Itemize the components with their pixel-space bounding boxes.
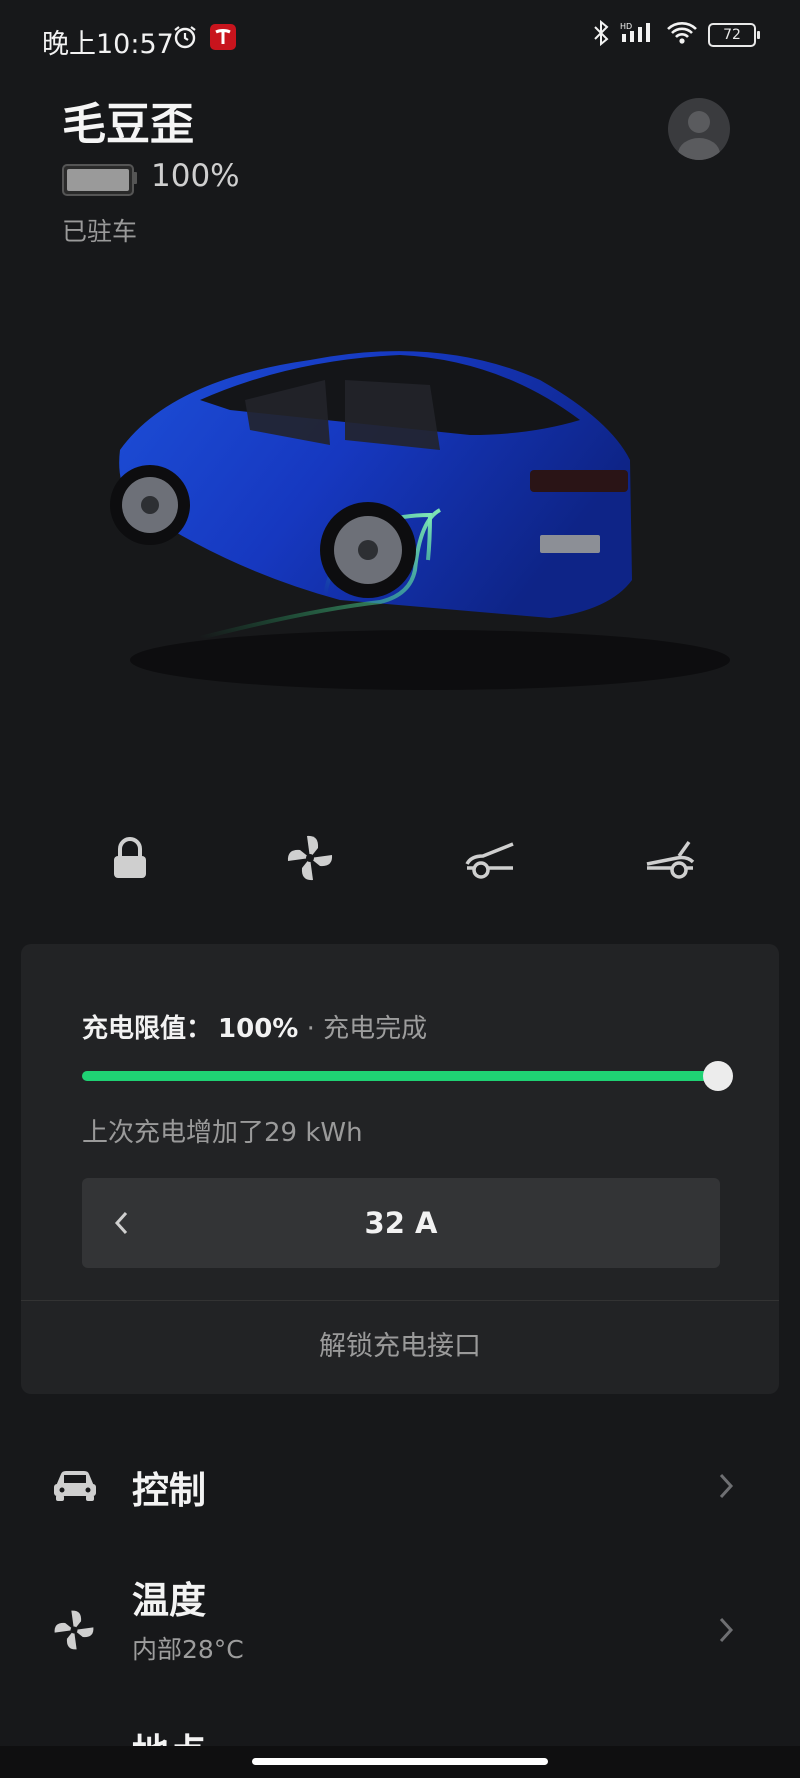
home-indicator[interactable]	[252, 1758, 548, 1765]
vehicle-image	[110, 340, 730, 744]
svg-text:HD: HD	[620, 22, 632, 31]
fan-button[interactable]	[280, 828, 340, 888]
charge-current-value: 32 A	[364, 1206, 438, 1240]
alarm-icon	[172, 24, 198, 54]
frunk-button[interactable]	[460, 828, 520, 888]
bluetooth-icon	[592, 19, 610, 50]
climate-menu-item[interactable]: 温度	[132, 1570, 206, 1624]
charge-limit-value: 100%	[218, 1014, 299, 1044]
charge-current-selector: 32 A	[82, 1178, 720, 1268]
trunk-button[interactable]	[640, 828, 700, 888]
last-charge-info: 上次充电增加了29 kWh	[82, 1118, 363, 1148]
unlock-charge-port-button[interactable]: 解锁充电接口	[21, 1302, 779, 1392]
vehicle-state: 已驻车	[62, 217, 138, 246]
battery-gauge-tip	[133, 172, 137, 184]
battery-icon: 72	[708, 23, 760, 47]
charge-limit-slider[interactable]	[82, 1071, 718, 1081]
interior-temperature: 内部28°C	[132, 1635, 244, 1664]
charge-limit-slider-fill	[82, 1071, 718, 1081]
charge-separator: ·	[298, 1014, 324, 1044]
trunk-icon	[646, 840, 695, 879]
fan-icon	[52, 1608, 96, 1656]
status-icons: HD 72	[592, 19, 760, 50]
lock-button[interactable]	[100, 828, 160, 888]
controls-menu-item[interactable]: 控制	[132, 1460, 206, 1514]
battery-percent: 100%	[151, 158, 240, 194]
charge-limit-slider-handle[interactable]	[703, 1061, 733, 1091]
chevron-right-icon[interactable]	[718, 1616, 734, 1648]
lock-icon	[114, 837, 146, 878]
tesla-app-icon	[210, 24, 236, 50]
battery-gauge-fill	[67, 169, 129, 191]
card-divider	[21, 1300, 779, 1301]
vehicle-name[interactable]: 毛豆歪	[62, 88, 194, 152]
profile-avatar[interactable]	[668, 98, 730, 160]
car-icon	[52, 1468, 98, 1506]
charge-limit-label: 充电限值：	[82, 1014, 213, 1044]
fan-icon	[287, 835, 333, 881]
battery-gauge	[62, 164, 134, 196]
wifi-icon	[666, 20, 698, 50]
frunk-icon	[465, 842, 514, 879]
signal-icon: HD	[620, 20, 656, 50]
status-time: 晚上10:57	[42, 29, 174, 60]
charge-limit-row: 充电限值： 100% · 充电完成	[82, 1008, 427, 1045]
chevron-right-icon[interactable]	[718, 1472, 734, 1504]
charge-status: 充电完成	[323, 1014, 428, 1044]
